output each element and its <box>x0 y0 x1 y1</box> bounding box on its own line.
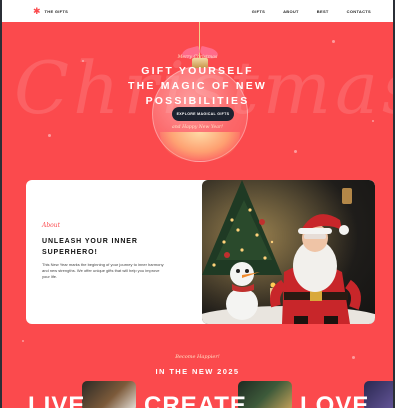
about-text: This New Year marks the beginning of you… <box>42 262 164 279</box>
logo-text: THE GIFTS <box>44 8 69 14</box>
new-year-title: IN THE NEW 2025 <box>155 367 240 376</box>
snow-dot <box>294 150 297 153</box>
snow-dot <box>82 60 84 62</box>
explore-gifts-button[interactable]: EXPLORE MAGICAL GIFTS <box>172 107 234 121</box>
hero-title-line: THE MAGIC OF NEW <box>127 80 268 92</box>
nav-gifts[interactable]: GIFTS <box>252 9 265 14</box>
hero-title: GIFT YOURSELF THE MAGIC OF NEW POSSIBILI… <box>2 64 393 109</box>
snow-dot <box>48 134 51 137</box>
nav-about[interactable]: ABOUT <box>283 9 299 14</box>
logo[interactable]: ✱ THE GIFTS <box>33 5 69 16</box>
ornament-glitter <box>160 132 240 160</box>
about-title-line: UNLEASH YOUR INNER <box>42 238 138 245</box>
snow-dot <box>332 40 335 43</box>
about-label: About <box>42 222 61 229</box>
santa-snowman-image <box>202 180 375 324</box>
about-card: About UNLEASH YOUR INNER SUPERHERO! This… <box>26 180 375 324</box>
main-nav: GIFTS ABOUT BEST CONTACTS <box>234 0 371 22</box>
about-title-line: SUPERHERO! <box>42 249 98 256</box>
nav-best[interactable]: BEST <box>317 9 329 14</box>
snowflake-icon: ✱ <box>33 5 41 16</box>
new-year-script: Become Happier! <box>175 354 220 360</box>
hero-script-bottom: and Happy New Year! <box>171 125 224 130</box>
hero-title-line: GIFT YOURSELF <box>141 65 254 77</box>
gift-thumbnail-1[interactable] <box>82 381 136 408</box>
about-title: UNLEASH YOUR INNER SUPERHERO! <box>42 236 202 258</box>
hero-script-top: Merry Christmas <box>177 55 218 60</box>
santa-snowman-illustration <box>202 180 375 324</box>
page: ✱ THE GIFTS GIFTS ABOUT BEST CONTACTS Ch… <box>2 0 393 408</box>
snow-dot <box>372 120 374 122</box>
word-live: LIVE <box>28 392 86 408</box>
nav-contacts[interactable]: CONTACTS <box>347 9 371 14</box>
word-love: LOVE <box>300 392 370 408</box>
snow-dot <box>22 340 24 342</box>
word-create: CREATE <box>144 392 247 408</box>
site-header: ✱ THE GIFTS GIFTS ABOUT BEST CONTACTS <box>2 0 393 22</box>
